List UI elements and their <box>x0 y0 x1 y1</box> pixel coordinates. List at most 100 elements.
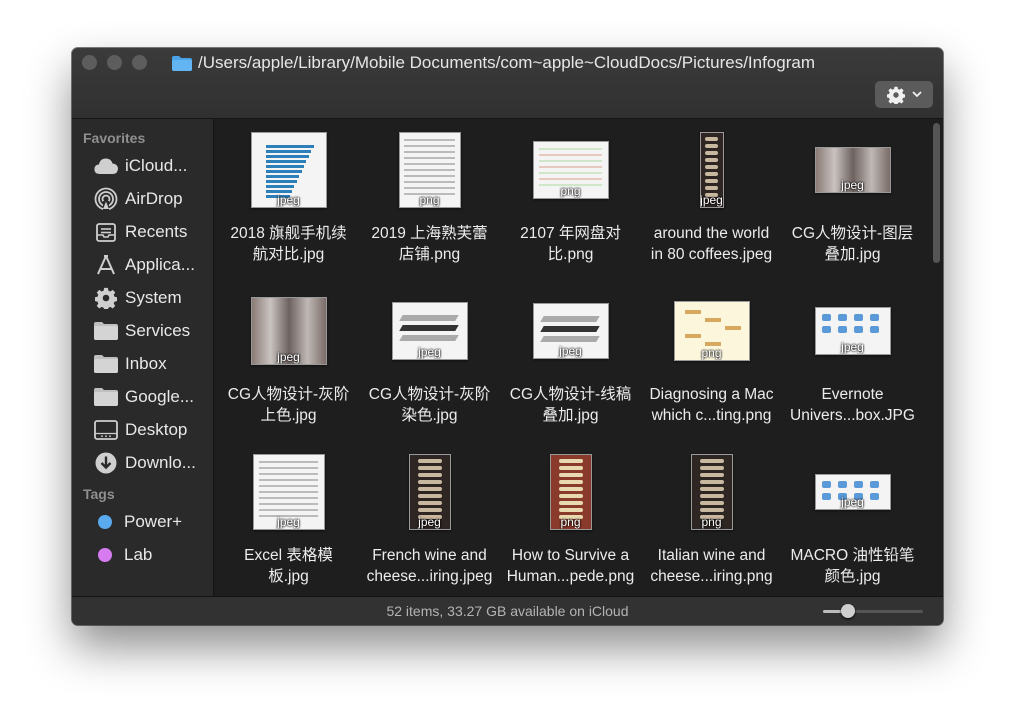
sidebar-item[interactable]: iCloud... <box>72 149 213 182</box>
sidebar-item[interactable]: Recents <box>72 215 213 248</box>
file-name-line: CG人物设计-灰阶 <box>368 386 491 403</box>
file-thumbnail: jpeg <box>250 132 327 208</box>
file-item[interactable]: png How to Survive a Human...pede.png <box>500 441 641 596</box>
desktop-icon <box>94 418 118 442</box>
action-menu-button[interactable] <box>875 81 933 108</box>
thumbnail-detail <box>837 326 847 333</box>
file-type-label: jpeg <box>841 178 864 192</box>
file-item[interactable]: png 2107 年网盘对 比.png <box>500 119 641 280</box>
file-item[interactable]: jpeg MACRO 油性铅笔 颜色.jpg <box>782 441 923 596</box>
file-item[interactable]: jpeg French wine and cheese...iring.jpeg <box>359 441 500 596</box>
window-title: /Users/apple/Library/Mobile Documents/co… <box>172 52 815 74</box>
file-name-line: in 80 coffees.jpeg <box>650 246 773 263</box>
file-thumbnail: png <box>532 141 609 199</box>
sidebar-item[interactable]: Downlo... <box>72 446 213 479</box>
sidebar-item[interactable]: System <box>72 281 213 314</box>
file-item[interactable]: jpeg Excel 表格模 板.jpg <box>218 441 359 596</box>
file-name: CG人物设计-灰阶 染色.jpg <box>361 384 498 426</box>
file-name-line: 染色.jpg <box>401 407 458 424</box>
sidebar-item[interactable]: Desktop <box>72 413 213 446</box>
file-thumbnail: png <box>549 454 592 530</box>
thumbnail-detail <box>539 148 602 150</box>
thumbnail-detail <box>724 326 741 330</box>
sidebar-item-label: Inbox <box>125 353 167 373</box>
file-item[interactable]: jpeg Evernote Univers...box.JPG <box>782 280 923 441</box>
file-item[interactable]: jpeg CG人物设计-灰阶 上色.jpg <box>218 280 359 441</box>
thumbnail-detail <box>704 144 719 148</box>
file-type-label: jpeg <box>559 344 582 358</box>
thumbnail-detail <box>699 487 724 491</box>
file-item[interactable]: png Diagnosing a Mac which c...ting.png <box>641 280 782 441</box>
sidebar-item[interactable]: Services <box>72 314 213 347</box>
sidebar-item-label: Google... <box>125 386 194 406</box>
thumbnail-detail <box>684 310 701 314</box>
file-item[interactable]: jpeg 2018 旗舰手机续 航对比.jpg <box>218 119 359 280</box>
close-button[interactable] <box>82 55 97 70</box>
folder-icon <box>94 385 118 409</box>
thumbnail-detail <box>404 187 455 189</box>
tag-label: Lab <box>124 544 153 564</box>
thumbnail-detail <box>265 170 302 173</box>
sidebar-item-label: Downlo... <box>125 452 196 472</box>
thumbnail-detail <box>259 473 318 475</box>
thumbnail-detail <box>259 503 318 505</box>
tag-color-dot <box>98 514 112 529</box>
sidebar-item[interactable]: AirDrop <box>72 182 213 215</box>
path-text: /Users/apple/Library/Mobile Documents/co… <box>198 53 816 72</box>
file-name: Diagnosing a Mac which c...ting.png <box>643 384 780 426</box>
sidebar-item[interactable]: Applica... <box>72 248 213 281</box>
thumbnail-detail <box>699 494 724 498</box>
file-item[interactable]: png 2019 上海熟芙蕾 店铺.png <box>359 119 500 280</box>
file-thumbnail: png <box>690 454 733 530</box>
file-type-label: jpeg <box>841 340 864 354</box>
thumbnail-detail <box>821 314 831 321</box>
thumbnail-detail <box>821 481 831 488</box>
recents-icon <box>94 220 118 244</box>
tag-item[interactable]: Power+ <box>72 505 213 538</box>
file-name-line: MACRO 油性铅笔 <box>790 547 915 564</box>
tag-item[interactable]: Lab <box>72 538 213 571</box>
file-type-label: jpeg <box>418 515 441 529</box>
vertical-scrollbar[interactable] <box>933 123 940 263</box>
downloads-icon <box>94 451 118 475</box>
thumbnail-detail <box>417 459 442 463</box>
file-name-line: which c...ting.png <box>651 407 772 424</box>
thumbnail-detail <box>539 166 602 168</box>
thumbnail-detail <box>704 165 719 169</box>
favorites-header: Favorites <box>83 130 146 146</box>
folder-icon <box>94 319 118 343</box>
icon-size-slider[interactable] <box>823 604 923 618</box>
thumbnail-frame: jpeg <box>218 125 359 215</box>
sidebar-item[interactable]: Google... <box>72 380 213 413</box>
file-item[interactable]: jpeg CG人物设计-图层 叠加.jpg <box>782 119 923 280</box>
thumbnail-detail <box>704 158 719 162</box>
slider-knob[interactable] <box>841 604 855 618</box>
thumbnail-detail <box>259 485 318 487</box>
file-thumbnail: jpeg <box>814 474 891 510</box>
thumbnail-detail <box>265 185 295 188</box>
thumbnail-detail <box>837 481 847 488</box>
file-type-label: jpeg <box>277 193 300 207</box>
file-thumbnail: jpeg <box>699 132 724 208</box>
sidebar-item[interactable]: Inbox <box>72 347 213 380</box>
sidebar-item-label: Recents <box>125 221 188 241</box>
thumbnail-detail <box>265 145 314 148</box>
thumbnail-frame: jpeg <box>359 447 500 537</box>
applications-icon <box>94 253 118 277</box>
file-item[interactable]: png Italian wine and cheese...iring.png <box>641 441 782 596</box>
thumbnail-detail <box>699 466 724 470</box>
file-name-line: Diagnosing a Mac <box>649 386 774 403</box>
file-item[interactable]: jpeg around the world in 80 coffees.jpeg <box>641 119 782 280</box>
sidebar: Favorites iCloud... AirDrop Recents Applica… <box>72 119 214 596</box>
thumbnail-frame: png <box>641 447 782 537</box>
file-item[interactable]: jpeg CG人物设计-灰阶 染色.jpg <box>359 280 500 441</box>
file-item[interactable]: jpeg CG人物设计-线稿 叠加.jpg <box>500 280 641 441</box>
thumbnail-detail <box>404 181 455 183</box>
minimize-button[interactable] <box>107 55 122 70</box>
file-name: 2107 年网盘对 比.png <box>502 223 639 265</box>
zoom-button[interactable] <box>132 55 147 70</box>
thumbnail-detail <box>265 175 300 178</box>
thumbnail-detail <box>417 501 442 505</box>
file-name: MACRO 油性铅笔 颜色.jpg <box>784 545 921 587</box>
icon-grid: jpeg 2018 旗舰手机续 航对比.jpg png 2019 上海熟芙蕾 店铺.png… <box>218 119 923 596</box>
